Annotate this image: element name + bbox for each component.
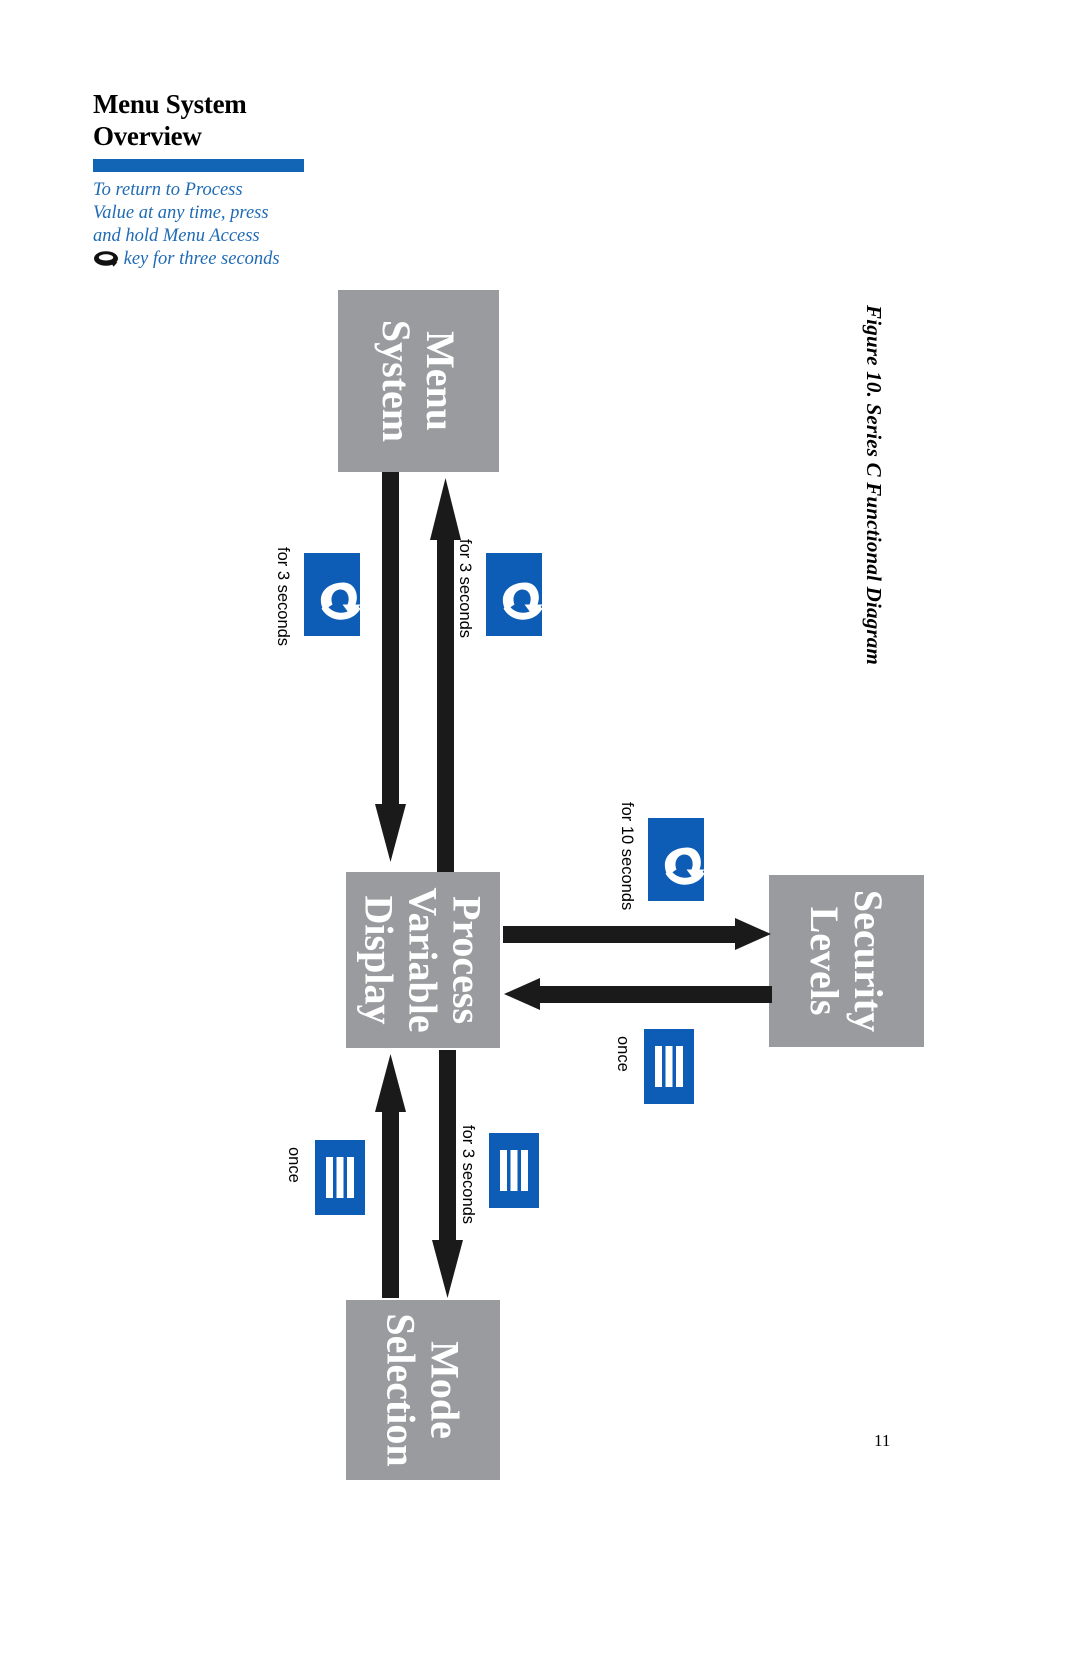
timing-label-process-to-menu: for 3 seconds xyxy=(456,539,474,639)
document-page: Menu System Overview To return to Proces… xyxy=(0,0,1080,1669)
figure-caption: Figure 10. Series C Functional Diagram xyxy=(862,305,886,665)
key-badge-menu-access-1[interactable] xyxy=(304,553,360,636)
key-badge-menu-access-3[interactable] xyxy=(648,818,704,901)
page-title-line2: Overview xyxy=(93,121,202,151)
sidebar-heading-block: Menu System Overview To return to Proces… xyxy=(93,88,323,271)
node-line: Menu xyxy=(418,331,464,431)
node-line: Display xyxy=(356,895,402,1025)
node-menu-system-label: Menu System xyxy=(374,319,464,443)
node-security-levels: Security Levels xyxy=(769,875,924,1047)
timing-label-process-to-security: for 10 seconds xyxy=(618,802,636,911)
timing-label-mode-to-process: once xyxy=(285,1147,303,1183)
key-badge-mode-3[interactable] xyxy=(315,1140,365,1215)
sidebar-note: To return to Process Value at any time, … xyxy=(93,179,285,271)
timing-label-menu-to-process: for 3 seconds xyxy=(274,547,292,647)
key-badge-mode-1[interactable] xyxy=(644,1029,694,1104)
timing-label-security-to-process: once xyxy=(614,1036,632,1072)
node-line: System xyxy=(374,319,420,443)
node-line: Process xyxy=(444,895,490,1025)
title-underline-rule xyxy=(93,159,304,172)
arrow-menu-to-process xyxy=(375,472,421,862)
timing-label-process-to-mode: for 3 seconds xyxy=(459,1125,477,1225)
node-line: Security xyxy=(846,889,892,1033)
node-line: Selection xyxy=(379,1313,424,1467)
node-line: Levels xyxy=(802,906,848,1016)
key-badge-menu-access-2[interactable] xyxy=(486,553,542,636)
node-process-variable-display-label: Process Variable Display xyxy=(356,887,490,1033)
node-line: Mode xyxy=(423,1341,468,1439)
node-security-levels-label: Security Levels xyxy=(802,889,892,1033)
arrow-security-to-process xyxy=(500,975,772,1015)
node-mode-selection-label: Mode Selection xyxy=(379,1313,468,1467)
node-line: Variable xyxy=(400,887,446,1033)
page-title-line1: Menu System xyxy=(93,89,247,119)
sidebar-note-text-part2: key for three seconds xyxy=(123,249,280,269)
page-title: Menu System Overview xyxy=(93,88,323,152)
node-menu-system: Menu System xyxy=(338,290,499,472)
arrow-mode-to-process xyxy=(375,1050,421,1298)
menu-access-key-icon xyxy=(93,250,119,267)
node-process-variable-display: Process Variable Display xyxy=(346,872,500,1048)
page-number: 11 xyxy=(874,1431,891,1450)
node-mode-selection: Mode Selection xyxy=(346,1300,500,1480)
sidebar-note-text-part1: To return to Process Value at any time, … xyxy=(93,180,269,246)
arrow-process-to-security xyxy=(503,915,773,955)
key-badge-mode-2[interactable] xyxy=(489,1133,539,1208)
arrow-process-to-menu xyxy=(430,472,476,872)
